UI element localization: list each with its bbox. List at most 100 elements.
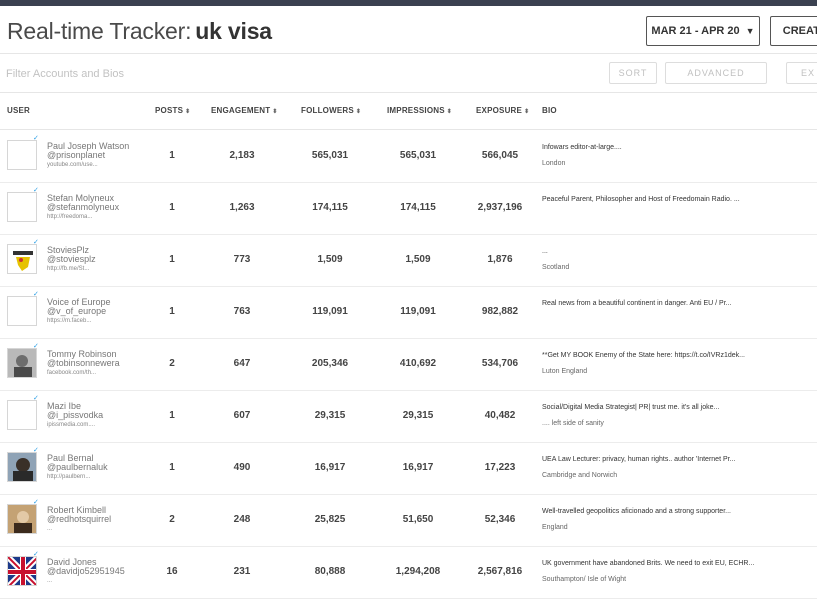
table-row[interactable]: ✓ Voice of Europe @v_of_europe https://m… [0,287,817,339]
verified-check-icon: ✓ [33,395,39,402]
posts-value: 16 [166,566,178,577]
col-impressions[interactable]: IMPRESSIONS ⬍ [387,106,452,115]
bio-text: Social/Digital Media Strategist| PR| tru… [542,404,720,411]
user-handle[interactable]: @v_of_europe [47,306,106,316]
engagement-value: 763 [233,306,251,317]
posts-value: 1 [169,254,175,265]
user-link[interactable]: ... [47,526,52,532]
bio-text: Infowars editor-at-large.... [542,144,622,151]
table-row[interactable]: ✓ Stefan Molyneux @stefanmolyneux http:/… [0,183,817,235]
filter-input[interactable] [6,64,566,84]
bio-location: Luton England [542,368,588,375]
user-link[interactable]: facebook.com/th... [47,370,96,376]
user-handle[interactable]: @stoviesplz [47,254,96,264]
user-handle[interactable]: @prisonplanet [47,150,105,160]
impressions-value: 174,115 [400,202,436,213]
bio-text: Well-travelled geopolitics aficionado an… [542,508,731,515]
avatar[interactable] [7,504,37,534]
bio-text: UK government have abandoned Brits. We n… [542,560,755,567]
exposure-value: 1,876 [487,254,513,265]
col-posts-label: POSTS [155,106,184,115]
col-bio-label: BIO [542,106,557,115]
avatar[interactable] [7,452,37,482]
col-user[interactable]: USER [7,106,30,115]
col-posts[interactable]: POSTS ⬍ [155,106,190,115]
exposure-value: 566,045 [481,150,519,161]
user-link[interactable]: https://m.faceb... [47,318,91,324]
impressions-value: 1,294,208 [395,566,441,577]
date-range-label: MAR 21 - APR 20 [651,25,740,37]
user-link[interactable]: ... [47,578,52,584]
table-row[interactable]: ✓ Paul Bernal @paulbernaluk http://paulb… [0,443,817,495]
avatar[interactable] [7,192,37,222]
table-row[interactable]: ✓ Tommy Robinson @tobinsonnewera faceboo… [0,339,817,391]
verified-check-icon: ✓ [33,135,39,142]
user-link[interactable]: http://paulbern... [47,474,90,480]
user-handle[interactable]: @redhotsquirrel [47,514,111,524]
col-engagement-label: ENGAGEMENT [211,106,271,115]
title-query: uk visa [195,18,272,44]
bio-location: Scotland [542,264,570,271]
user-handle[interactable]: @stefanmolyneux [47,202,119,212]
verified-check-icon: ✓ [33,551,39,558]
posts-value: 1 [169,150,175,161]
date-range-button[interactable]: MAR 21 - APR 20 ▼ [646,16,760,46]
table-row[interactable]: ✓ Robert Kimbell @redhotsquirrel ... 2 2… [0,495,817,547]
bio-text: Peaceful Parent, Philosopher and Host of… [542,196,740,203]
sort-icon: ⬍ [446,109,453,115]
engagement-value: 231 [233,566,251,577]
bio-text: **Get MY BOOK Enemy of the State here: h… [542,352,745,359]
user-link[interactable]: ipissmedia.com.... [47,422,95,428]
bio-location: England [542,524,568,531]
avatar[interactable] [7,296,37,326]
avatar[interactable] [7,244,37,274]
followers-value: 25,825 [314,514,346,525]
caret-down-icon: ▼ [745,26,755,36]
sort-icon: ⬍ [524,109,530,115]
followers-value: 119,091 [312,306,348,317]
user-link[interactable]: http://freedoma... [47,214,92,220]
bio-location: Southampton/ Isle of Wight [542,576,627,583]
impressions-value: 51,650 [402,514,434,525]
followers-value: 80,888 [314,566,346,577]
col-bio: BIO [542,106,557,115]
exposure-value: 40,482 [484,410,516,421]
user-handle[interactable]: @i_pissvodka [47,410,103,420]
table-header: USER POSTS ⬍ ENGAGEMENT ⬍ FOLLOWERS ⬍ IMPRE… [0,94,817,130]
avatar[interactable] [7,400,37,430]
user-handle[interactable]: @tobinsonnewera [47,358,120,368]
engagement-value: 1,263 [229,202,255,213]
col-exposure[interactable]: EXPOSURE ⬍ [476,106,529,115]
title-prefix: Real-time Tracker: [7,18,192,44]
col-followers[interactable]: FOLLOWERS ⬍ [301,106,361,115]
user-link[interactable]: youtube.com/use... [47,162,98,168]
followers-value: 174,115 [312,202,348,213]
engagement-value: 647 [233,358,251,369]
bio-location: Cambridge and Norwich [542,472,618,479]
create-button[interactable]: CREATE [770,16,817,46]
followers-value: 29,315 [314,410,346,421]
impressions-value: 16,917 [402,462,434,473]
sort-button[interactable]: SORT [609,62,657,84]
avatar[interactable] [7,556,37,586]
posts-value: 1 [169,202,175,213]
col-engagement[interactable]: ENGAGEMENT ⬍ [211,106,278,115]
exposure-value: 2,937,196 [477,202,523,213]
avatar[interactable] [7,348,37,378]
table-row[interactable]: ✓ Mazi Ibe @i_pissvodka ipissmedia.com..… [0,391,817,443]
col-followers-label: FOLLOWERS [301,106,354,115]
table-row[interactable]: ✓ David Jones @davidjo52951945 ... 16 23… [0,547,817,599]
followers-value: 1,509 [317,254,343,265]
user-handle[interactable]: @paulbernaluk [47,462,108,472]
export-button[interactable]: EX [786,62,817,84]
advanced-button[interactable]: ADVANCED [665,62,767,84]
table-row[interactable]: ✓ Paul Joseph Watson @prisonplanet youtu… [0,131,817,183]
avatar[interactable] [7,140,37,170]
user-handle[interactable]: @davidjo52951945 [47,566,125,576]
user-link[interactable]: http://fb.me/St... [47,266,89,272]
filter-bar: SORT ADVANCED EX [0,55,817,93]
followers-value: 16,917 [314,462,346,473]
exposure-value: 52,346 [484,514,516,525]
sort-icon: ⬍ [272,109,278,115]
table-row[interactable]: ✓ StoviesPlz @stoviesplz http://fb.me/St… [0,235,817,287]
